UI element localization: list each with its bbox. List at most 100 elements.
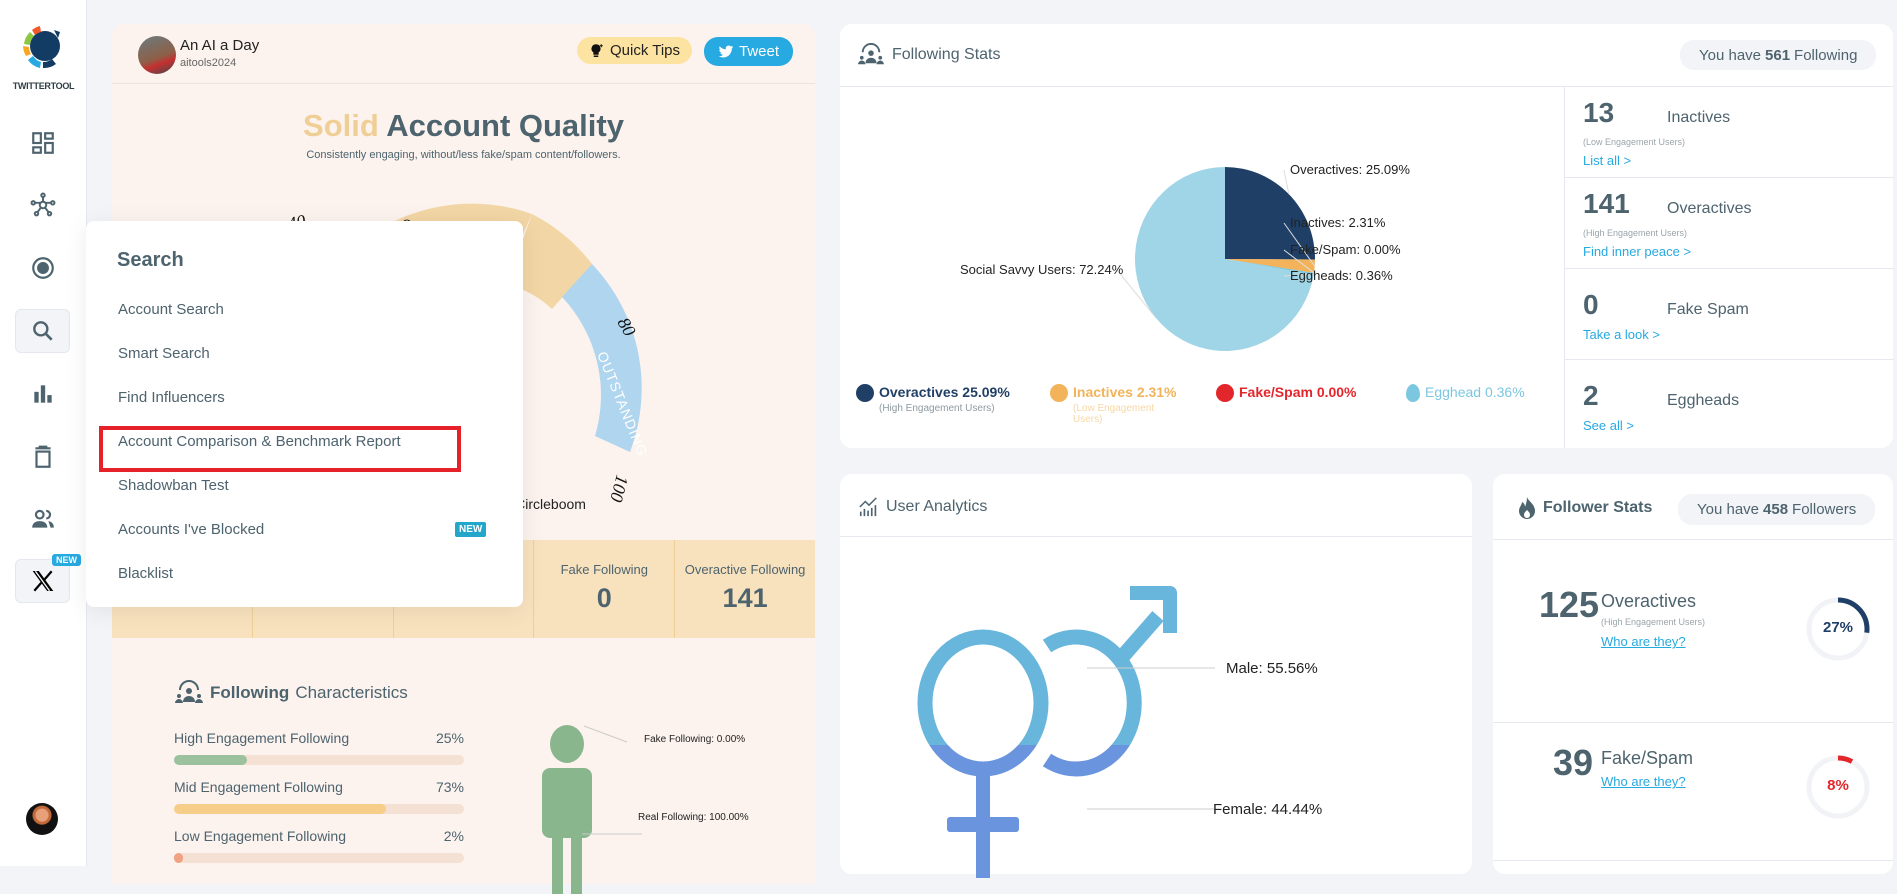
dashboard-icon: [31, 132, 54, 154]
tweet-label: Tweet: [739, 43, 780, 60]
following-breakdown: 13 Inactives (Low Engagement Users) List…: [1564, 87, 1894, 448]
male-label: Male: 55.56%: [1226, 660, 1318, 677]
pie-label-inactives: Inactives: 2.31%: [1290, 215, 1386, 230]
female-label: Female: 44.44%: [1213, 801, 1322, 818]
pie-label-fake-spam: Fake/Spam: 0.00%: [1290, 242, 1401, 257]
quality-title-rest: Account Quality: [386, 108, 624, 143]
x-new-badge: NEW: [52, 554, 81, 566]
quick-tips-button[interactable]: Quick Tips: [577, 37, 693, 64]
see-all-link[interactable]: See all >: [1583, 418, 1634, 433]
user-analytics-card: User Analytics Male: 55.56% Female: 44.4…: [840, 474, 1472, 878]
quick-tips-label: Quick Tips: [610, 42, 681, 59]
following-count-pill: You have 561 Following: [1680, 40, 1877, 70]
sidebar-item-analytics[interactable]: [15, 372, 70, 416]
follower-stats-title: Follower Stats: [1517, 496, 1652, 520]
legend-fake-spam: Fake/Spam 0.00%: [1216, 384, 1357, 402]
menu-item-account-comparison[interactable]: Account Comparison & Benchmark Report: [118, 433, 401, 450]
menu-item-find-influencers[interactable]: Find Influencers: [118, 389, 225, 406]
follower-overactives-label: Overactives: [1601, 591, 1697, 611]
stat-overactive-following: Overactive Following 141: [684, 562, 806, 613]
block-eggheads: 2 Eggheads See all >: [1583, 380, 1740, 433]
pie-label-social-savvy-users: Social Savvy Users: 72.24%: [960, 262, 1124, 277]
quality-accent-word: Solid: [303, 108, 379, 143]
characteristics-title-rest: Characteristics: [295, 683, 408, 702]
gender-chart: Male: 55.56% Female: 44.44%: [917, 586, 1322, 878]
sidebar: TWITTERTOOL NEW: [0, 0, 87, 866]
fake-percent: 8%: [1827, 777, 1849, 794]
egg-icon: [1406, 384, 1420, 402]
twitter-bird-icon: [718, 45, 734, 57]
sidebar-item-network[interactable]: [15, 183, 70, 227]
account-avatar[interactable]: [26, 803, 58, 835]
pie-label-overactives: Overactives: 25.09%: [1290, 162, 1410, 177]
bar-chart-icon: [33, 385, 52, 403]
block-overactives: 141 Overactives (High Engagement Users) …: [1565, 178, 1894, 269]
bar-mid-engagement: Mid Engagement Following 73%: [174, 779, 464, 814]
new-badge: NEW: [455, 522, 487, 537]
gauge-tick-100: 100: [606, 473, 632, 504]
following-stats-card: Following Stats You have 561 Following Ove…: [840, 24, 1894, 448]
person-figure-icon: [542, 725, 642, 894]
sidebar-item-search[interactable]: [15, 309, 70, 353]
menu-item-accounts-blocked[interactable]: Accounts I've Blocked: [118, 521, 264, 538]
sad-face-icon: [1050, 384, 1068, 402]
follower-fake-count: 39: [1553, 742, 1594, 783]
profile-avatar: [138, 36, 176, 74]
quality-title: Solid Account Quality: [112, 108, 815, 144]
menu-item-account-search[interactable]: Account Search: [118, 301, 224, 318]
overactives-percent: 27%: [1822, 619, 1854, 636]
legend-inactives: Inactives 2.31% (Low Engagement Users): [1050, 384, 1180, 425]
block-inactives: 13 Inactives (Low Engagement Users) List…: [1565, 87, 1894, 178]
sidebar-item-dashboard[interactable]: [15, 121, 70, 165]
group-icon: [175, 680, 203, 703]
bar-fill: [174, 853, 183, 863]
follower-count-pill: You have 458 Followers: [1678, 494, 1876, 525]
trash-icon: [34, 445, 51, 468]
bar-fill: [174, 804, 386, 814]
legend-overactives: Overactives 25.09% (High Engagement Users…: [856, 384, 1010, 414]
list-all-link[interactable]: List all >: [1583, 153, 1631, 168]
following-pie-chart: Overactives: 25.09% Inactives: 2.31% Fake/…: [960, 162, 1410, 351]
profile-name: An AI a Day: [180, 37, 260, 54]
target-icon: [31, 257, 54, 279]
menu-item-smart-search[interactable]: Smart Search: [118, 345, 210, 362]
profile-header: An AI a Day aitools2024 Quick Tips Tweet: [112, 24, 815, 84]
follower-stats-card: Follower Stats You have 458 Followers 125 …: [1493, 474, 1893, 874]
take-a-look-link[interactable]: Take a look >: [1583, 327, 1660, 342]
group-icon: [858, 43, 884, 65]
lightbulb-icon: [591, 43, 603, 57]
male-share: [917, 586, 1177, 745]
search-icon: [32, 321, 53, 341]
sidebar-item-users[interactable]: [15, 497, 70, 541]
flame-icon: [1519, 497, 1535, 519]
block-fake-spam: 0 Fake Spam Take a look >: [1565, 269, 1894, 360]
tweet-button[interactable]: Tweet: [704, 37, 794, 66]
fake-following-label: Fake Following: 0.00%: [644, 734, 746, 745]
follower-overactives-count: 125: [1539, 584, 1600, 625]
bar-high-engagement: High Engagement Following 25%: [174, 730, 464, 765]
analytics-icon: [859, 497, 877, 517]
who-are-they-fake-link[interactable]: Who are they?: [1601, 774, 1686, 789]
users-icon: [31, 509, 54, 528]
search-menu-title: Search: [117, 249, 184, 271]
x-logo-icon: [32, 570, 53, 592]
menu-item-blacklist[interactable]: Blacklist: [118, 565, 173, 582]
profile-handle: aitools2024: [180, 57, 237, 69]
overactive-head-icon: [856, 384, 874, 402]
real-following-label: Real Following: 100.00%: [638, 812, 749, 823]
sidebar-item-delete[interactable]: [15, 435, 70, 479]
user-analytics-title: User Analytics: [858, 496, 987, 518]
quality-subtitle: Consistently engaging, without/less fake…: [306, 149, 621, 161]
logo-text: TWITTERTOOL: [12, 81, 75, 91]
search-menu: Search Account Search Smart Search Find …: [86, 221, 523, 607]
bar-low-engagement: Low Engagement Following 2%: [174, 828, 464, 863]
bar-fill: [174, 755, 247, 765]
who-are-they-overactives-link[interactable]: Who are they?: [1601, 634, 1686, 649]
find-inner-peace-link[interactable]: Find inner peace >: [1583, 244, 1691, 259]
menu-item-shadowban-test[interactable]: Shadowban Test: [118, 477, 229, 494]
follower-fake-label: Fake/Spam: [1601, 748, 1694, 768]
sidebar-item-tracking[interactable]: [15, 246, 70, 290]
following-stats-title: Following Stats: [856, 43, 1001, 67]
twittertool-logo-icon[interactable]: [18, 22, 68, 72]
pie-label-eggheads: Eggheads: 0.36%: [1290, 268, 1393, 283]
